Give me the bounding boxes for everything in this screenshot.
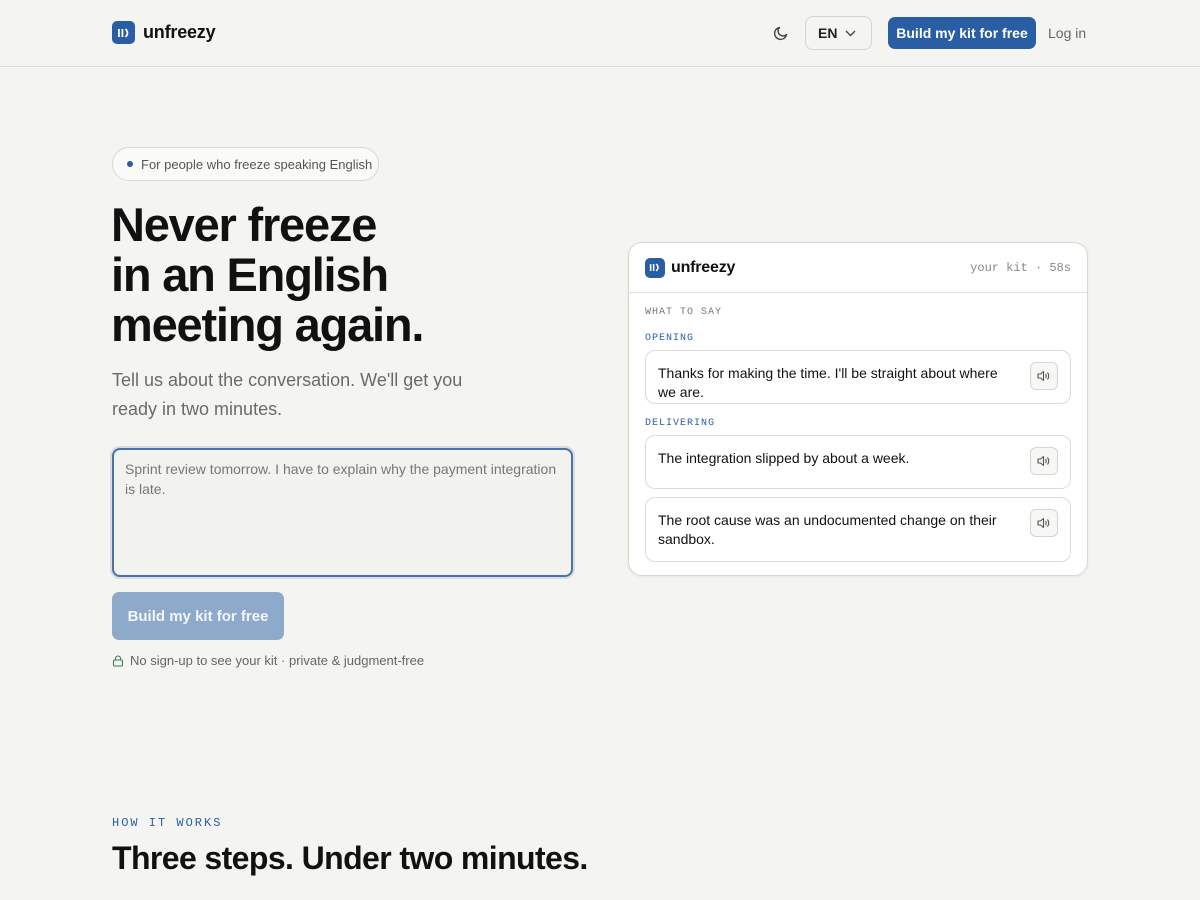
section-title: WHAT TO SAY [645, 307, 723, 318]
page-title: Never freeze in an English meeting again… [111, 198, 424, 351]
brand-name: unfreezy [143, 22, 216, 42]
phrase-card: Thanks for making the time. I'll be stra… [645, 350, 1071, 404]
how-it-works-eyebrow: HOW IT WORKS [112, 816, 223, 830]
phrase-text: The root cause was an undocumented chang… [658, 512, 997, 547]
language-select[interactable]: EN [805, 16, 872, 50]
audience-pill: For people who freeze speaking English [112, 147, 379, 181]
header-cta-button[interactable]: Build my kit for free [888, 17, 1036, 49]
card-brand-name: unfreezy [671, 258, 736, 276]
phrase-text: The integration slipped by about a week. [658, 450, 910, 466]
phrase-text: Thanks for making the time. I'll be stra… [658, 365, 998, 400]
build-kit-button[interactable]: Build my kit for free [112, 592, 284, 640]
logo-mark-icon [645, 257, 665, 278]
card-body: WHAT TO SAY OPENING Thanks for making th… [629, 293, 1087, 562]
how-it-works-title: Three steps. Under two minutes. [112, 840, 588, 876]
privacy-note: No sign-up to see your kit · private & j… [112, 653, 424, 668]
phrase-card: The root cause was an undocumented chang… [645, 497, 1071, 562]
speaker-icon [1037, 517, 1050, 529]
group-label-opening: OPENING [645, 333, 695, 344]
group-label-delivering: DELIVERING [645, 418, 716, 429]
language-value: EN [818, 25, 838, 41]
login-link[interactable]: Log in [1048, 25, 1086, 41]
site-header: unfreezy EN Build my kit for free Log in [0, 0, 1200, 67]
headline-line: meeting again. [111, 298, 424, 351]
card-logo: unfreezy [645, 257, 736, 278]
logo[interactable]: unfreezy [112, 21, 216, 44]
play-audio-button[interactable] [1030, 447, 1058, 475]
pill-text: For people who freeze speaking English [141, 156, 373, 172]
speaker-icon [1037, 370, 1050, 382]
conversation-input[interactable] [112, 448, 573, 577]
logo-mark-icon [112, 21, 135, 44]
headline-line: in an English [111, 248, 389, 301]
speaker-icon [1037, 455, 1050, 467]
phrase-card: The integration slipped by about a week. [645, 435, 1071, 489]
headline-line: Never freeze [111, 198, 377, 251]
theme-toggle-button[interactable] [769, 21, 793, 45]
play-audio-button[interactable] [1030, 509, 1058, 537]
chevron-down-icon [845, 30, 856, 36]
card-header: unfreezy your kit · 58s [629, 243, 1087, 293]
privacy-note-text: No sign-up to see your kit · private & j… [130, 653, 425, 668]
play-audio-button[interactable] [1030, 362, 1058, 390]
kit-preview-card: unfreezy your kit · 58s WHAT TO SAY OPEN… [628, 242, 1088, 576]
lock-icon [112, 654, 124, 667]
subheadline: Tell us about the conversation. We'll ge… [112, 370, 463, 419]
dot-icon [127, 161, 133, 167]
kit-timer: your kit · 58s [970, 260, 1071, 275]
moon-icon [773, 26, 788, 41]
